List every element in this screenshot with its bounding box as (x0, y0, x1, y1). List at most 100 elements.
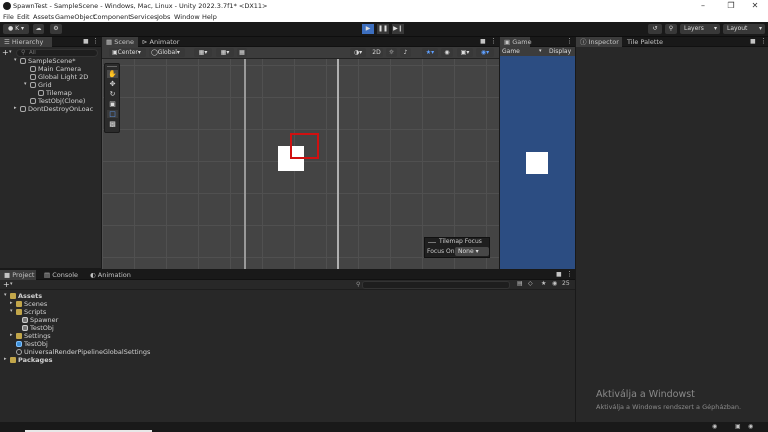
add-icon[interactable]: + (3, 280, 10, 289)
lock-icon[interactable]: ■ (556, 271, 562, 278)
project-item[interactable]: Settings (16, 332, 51, 340)
collab-button[interactable]: ⚙ (50, 24, 62, 34)
close-button[interactable]: ✕ (742, 0, 768, 12)
hierarchy-search-input[interactable]: All (16, 49, 98, 57)
display-dropdown[interactable]: Display (549, 48, 571, 55)
project-item[interactable]: UniversalRenderPipelineGlobalSettings (16, 348, 150, 356)
transform-tool-button[interactable]: ▩ (107, 120, 118, 128)
scene-viewport[interactable]: ✋ ✥ ↻ ▣ □ ▩ Tilemap Focus Focus On None … (102, 59, 499, 269)
hierarchy-item[interactable]: SampleScene* (20, 57, 75, 65)
pivot-dropdown[interactable]: ▣Center▾ (109, 48, 146, 57)
rect-tool-button[interactable]: □ (107, 110, 118, 118)
hierarchy-item[interactable]: TestObj(Clone) (30, 97, 85, 105)
project-item[interactable]: Assets (10, 292, 42, 300)
project-item[interactable]: Scripts (16, 308, 46, 316)
camera-dropdown[interactable]: ▣▾ (457, 48, 473, 57)
cloud-button[interactable]: ☁ (33, 24, 44, 34)
lighting-toggle-button[interactable]: ☼ (386, 48, 397, 57)
focus-on-dropdown[interactable]: None ▾ (455, 247, 489, 256)
2d-toggle-button[interactable]: 2D (370, 48, 383, 57)
menu-services[interactable]: Services (130, 13, 157, 21)
tab-inspector[interactable]: ⓘ Inspector (576, 37, 622, 47)
search-by-type-icon[interactable]: ▤ (517, 280, 523, 287)
pause-button[interactable]: ❚❚ (377, 24, 389, 34)
cache-icon[interactable]: ▣ (735, 423, 741, 430)
space-dropdown[interactable]: ◯Global▾ (149, 48, 185, 57)
layout-dropdown[interactable]: Layout (723, 24, 765, 34)
overlay-handle[interactable] (428, 242, 436, 243)
history-button[interactable]: ↺ (648, 24, 662, 34)
project-search-input[interactable] (362, 281, 510, 289)
account-button[interactable]: ● K ▾ (3, 24, 29, 34)
fold-arrow-icon[interactable]: ▾ (10, 308, 13, 314)
draw-mode-dropdown[interactable]: ◑▾ (350, 48, 366, 57)
tab-project[interactable]: ■ Project (0, 270, 36, 280)
play-button[interactable]: ▶ (362, 24, 374, 34)
game-mode-dropdown[interactable]: Game (502, 48, 520, 55)
fold-arrow-icon[interactable]: ▾ (14, 57, 17, 63)
effects-dropdown[interactable]: ★▾ (422, 48, 438, 57)
bug-icon[interactable]: ◉ (748, 423, 753, 430)
minimize-button[interactable]: – (690, 0, 716, 12)
hand-tool-button[interactable]: ✋ (107, 70, 118, 78)
hierarchy-item[interactable]: DontDestroyOnLoac (20, 105, 93, 113)
tab-scene[interactable]: ▦ Scene (102, 37, 138, 47)
step-button[interactable]: ▶❙ (392, 24, 404, 34)
menu-help[interactable]: Help (202, 13, 217, 21)
project-item[interactable]: Spawner (22, 316, 58, 324)
tab-game[interactable]: ▣ Game (500, 37, 532, 47)
menu-gameobject[interactable]: GameObject (55, 13, 96, 21)
maximize-button[interactable]: ❐ (718, 0, 744, 12)
tab-console[interactable]: ▤ Console (40, 270, 80, 280)
snap-increment-button[interactable]: ▦▾ (216, 48, 234, 57)
menu-window[interactable]: Window (174, 13, 200, 21)
gizmos-dropdown[interactable]: ◉▾ (476, 48, 494, 57)
hidden-packages-icon[interactable]: ◉ (552, 280, 557, 287)
menu-assets[interactable]: Assets (33, 13, 54, 21)
hidden-objects-button[interactable]: ◉ (441, 48, 453, 57)
tab-animation[interactable]: ◐ Animation (86, 270, 132, 280)
fold-arrow-icon[interactable]: ▸ (14, 105, 17, 111)
hierarchy-item[interactable]: Tilemap (38, 89, 72, 97)
tool-palette-handle[interactable] (107, 66, 117, 67)
more-menu-icon[interactable]: ⋮ (566, 37, 573, 45)
more-menu-icon[interactable]: ⋮ (92, 37, 99, 45)
hierarchy-item[interactable]: Main Camera (30, 65, 81, 73)
search-by-label-icon[interactable]: ◇ (528, 280, 533, 287)
fold-arrow-icon[interactable]: ▸ (10, 300, 13, 306)
tab-animator[interactable]: ⊳ Animator (138, 37, 184, 47)
project-item[interactable]: TestObj (16, 340, 48, 348)
more-menu-icon[interactable]: ⋮ (490, 37, 497, 45)
project-item[interactable]: TestObj (22, 324, 54, 332)
more-menu-icon[interactable]: ⋮ (566, 270, 573, 278)
favorite-star-icon[interactable]: ★ (541, 280, 546, 287)
menu-file[interactable]: File (3, 13, 14, 21)
lock-icon[interactable]: ■ (750, 38, 756, 45)
grid-snap-button[interactable]: ▦▾ (194, 48, 212, 57)
more-menu-icon[interactable]: ⋮ (760, 37, 767, 45)
hierarchy-item[interactable]: Grid (30, 81, 52, 89)
tab-hierarchy[interactable]: ☰ Hierarchy (0, 37, 52, 47)
rotate-tool-button[interactable]: ↻ (107, 90, 118, 98)
layers-dropdown[interactable]: Layers (680, 24, 720, 34)
move-tool-button[interactable]: ✥ (107, 80, 118, 88)
scale-tool-button[interactable]: ▣ (107, 100, 118, 108)
fold-arrow-icon[interactable]: ▾ (4, 292, 7, 298)
selection-rectangle[interactable] (290, 133, 319, 159)
project-item[interactable]: Scenes (16, 300, 47, 308)
fold-arrow-icon[interactable]: ▸ (4, 356, 7, 362)
menu-edit[interactable]: Edit (17, 13, 30, 21)
hierarchy-item[interactable]: Global Light 2D (30, 73, 88, 81)
menu-jobs[interactable]: Jobs (157, 13, 170, 21)
lock-icon[interactable]: ■ (83, 38, 89, 45)
fold-arrow-icon[interactable]: ▸ (10, 332, 13, 338)
search-button[interactable]: ⚲ (665, 24, 677, 34)
audio-toggle-button[interactable]: ♪ (400, 48, 411, 57)
tab-tile-palette[interactable]: Tile Palette (623, 37, 669, 47)
menu-component[interactable]: Component (93, 13, 131, 21)
project-item[interactable]: Packages (10, 356, 52, 364)
fold-arrow-icon[interactable]: ▾ (24, 81, 27, 87)
add-icon[interactable]: + (2, 48, 9, 57)
snap-toggle-button[interactable]: ▦ (237, 48, 247, 57)
lock-icon[interactable]: ■ (480, 38, 486, 45)
